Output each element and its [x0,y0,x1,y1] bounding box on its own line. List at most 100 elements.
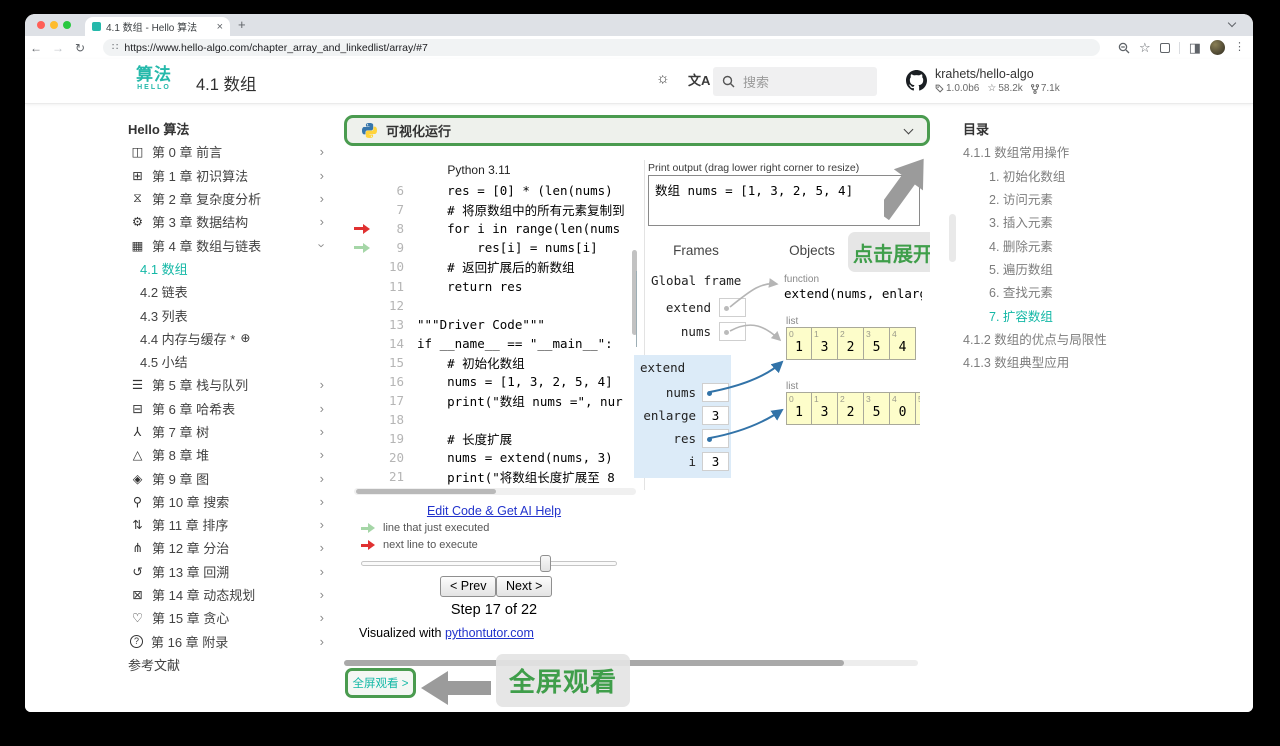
chevron-right-icon: › [319,377,324,393]
side-panel-icon[interactable]: ◨ [1189,41,1201,54]
code-hscrollbar[interactable] [354,488,636,495]
sidebar-item[interactable]: 4.2 链表 [128,280,328,303]
toc-item[interactable]: 1. 初始化数组 [963,164,1168,187]
list-cell: 22 [838,327,864,360]
address-field[interactable]: ∷ https://www.hello-algo.com/chapter_arr… [103,39,1100,56]
github-repo-link[interactable]: krahets/hello-algo 1.0.0b6 ☆ 58.2k 7.1k [906,67,1060,94]
sidebar-item[interactable]: ⋔ 第 12 章 分治 › [128,536,328,559]
sidebar-item[interactable]: 4.3 列表 [128,303,328,326]
sidebar-item[interactable]: ↺ 第 13 章 回溯 › [128,560,328,583]
frames-header: Frames [673,243,719,258]
main-content: 可视化运行 Python 3.11 6 res = [0] * (len(num… [344,115,930,711]
sidebar-item[interactable]: ☰ 第 5 章 栈与队列 › [128,373,328,396]
forward-icon[interactable]: → [47,41,69,55]
sidebar-item[interactable]: ◈ 第 9 章 图 › [128,466,328,489]
sidebar-item[interactable]: ⧖ 第 2 章 复杂度分析 › [128,187,328,210]
sidebar-item[interactable]: ▦ 第 4 章 数组与链表 › [128,233,330,256]
frame-variable: enlarge 3 [640,404,731,427]
scrollbar-thumb[interactable] [949,214,956,262]
step-slider-handle[interactable] [540,555,551,572]
sidebar-item[interactable]: ⚙ 第 3 章 数据结构 › [128,210,328,233]
question-icon: ? [130,634,143,648]
bookmark-star-icon[interactable]: ☆ [1139,41,1151,54]
prev-button[interactable]: < Prev [440,576,497,597]
iframe-hscrollbar[interactable] [344,660,918,666]
browser-menu-icon[interactable]: ⋮ [1234,42,1245,53]
sidebar-item[interactable]: △ 第 8 章 堆 › [128,443,328,466]
toc-item[interactable]: 4. 删除元素 [963,233,1168,256]
close-window-button[interactable] [37,21,45,29]
toc-item[interactable]: 5. 遍历数组 [963,257,1168,280]
sidebar-item-references[interactable]: 参考文献 [128,653,328,676]
tab-title: 4.1 数组 - Hello 算法 [106,23,198,34]
toc-item[interactable]: 3. 插入元素 [963,210,1168,233]
sidebar-item[interactable]: 4.4 内存与缓存 * ⊕ [128,327,328,350]
tab-search-chevron-icon[interactable] [1227,18,1237,28]
sidebar-item[interactable]: ⇅ 第 11 章 排序 › [128,513,328,536]
sidebar-item[interactable]: ⊟ 第 6 章 哈希表 › [128,397,328,420]
book-icon: ◫ [131,145,144,160]
minimize-window-button[interactable] [50,21,58,29]
search-icon [722,75,735,88]
frame-variable: extend [637,295,752,319]
back-icon[interactable]: ← [25,41,47,55]
browser-tab[interactable]: 4.1 数组 - Hello 算法 × [85,17,230,36]
next-button[interactable]: Next > [496,576,553,597]
language-icon[interactable]: 文A [688,70,710,89]
visual-run-details[interactable]: 可视化运行 [350,121,924,140]
sidebar-item[interactable]: ⊞ 第 1 章 初识算法 › [128,164,328,187]
structure-icon: ⚙ [131,215,144,230]
code-line: 9 res[i] = nums[i] [352,238,636,257]
sidebar-item[interactable]: 4.5 小结 [128,350,328,373]
toc-item[interactable]: 4.1.1 数组常用操作 [963,140,1168,163]
toc-item[interactable]: 2. 访问元素 [963,187,1168,210]
just-executed-arrow-icon [354,242,370,253]
chevron-down-icon[interactable] [903,124,914,134]
toc-item[interactable]: 4.1.2 数组的优点与局限性 [963,327,1168,350]
edit-code-link[interactable]: Edit Code & Get AI Help [384,504,604,518]
reload-icon[interactable]: ↻ [69,41,91,55]
fullscreen-link[interactable]: 全屏观看 > [353,675,409,691]
maximize-window-button[interactable] [63,21,71,29]
theme-toggle-icon[interactable]: ☼ [656,70,670,87]
zoom-icon[interactable] [1118,42,1130,54]
sidebar-item[interactable]: ⚲ 第 10 章 搜索 › [128,490,328,513]
new-tab-button[interactable]: + [238,17,246,32]
next-line-arrow-icon [354,223,370,234]
site-logo[interactable]: 算法 HELLO [130,66,178,97]
pointer-dot [724,305,729,311]
frame-variable: i3 [640,450,731,473]
step-slider[interactable] [361,561,617,566]
sidebar-item[interactable]: ? 第 16 章 附录 › [128,630,328,653]
sidebar-item-label: 4.4 内存与缓存 * [140,331,236,347]
sidebar-item[interactable]: ♡ 第 15 章 贪心 › [128,606,328,629]
traffic-lights[interactable] [37,21,71,29]
sidebar-item[interactable]: ⊠ 第 14 章 动态规划 › [128,583,328,606]
toc-item[interactable]: 4.1.3 数组典型应用 [963,350,1168,373]
sidebar-item-label: 第 16 章 附录 [151,634,229,650]
list-cell: 13 [812,392,838,425]
code-view: 6 res = [0] * (len(nums) 7 # 将原数组中的所有元素复制… [352,181,636,489]
print-output-box[interactable]: 数组 nums = [1, 3, 2, 5, 4] [648,175,920,226]
python-icon [362,123,377,138]
chevron-right-icon: › [319,587,324,603]
sidebar-item-label: 第 15 章 贪心 [152,611,230,627]
profile-avatar[interactable] [1210,40,1225,55]
sidebar-item-label: 4.2 链表 [140,285,188,301]
sidebar-item[interactable]: ⅄ 第 7 章 树 › [128,420,328,443]
site-info-icon[interactable]: ∷ [112,42,118,53]
tab-close-icon[interactable]: × [217,21,223,33]
sidebar-item[interactable]: ◫ 第 0 章 前言 › [128,140,328,163]
pythontutor-link[interactable]: pythontutor.com [445,626,534,640]
extensions-icon[interactable] [1159,42,1170,53]
sidebar-item-label: 第 1 章 初识算法 [152,168,249,184]
chevron-right-icon: › [319,214,324,230]
sidebar-item[interactable]: 4.1 数组 [128,257,328,280]
chevron-right-icon: › [319,610,324,626]
chevron-right-icon: › [319,493,324,509]
toc-item[interactable]: 7. 扩容数组 [963,303,1168,326]
code-line: 11 return res [388,278,523,294]
toc-item[interactable]: 6. 查找元素 [963,280,1168,303]
search-input[interactable]: 搜索 [713,67,877,96]
list-cell: 44 [890,327,916,360]
